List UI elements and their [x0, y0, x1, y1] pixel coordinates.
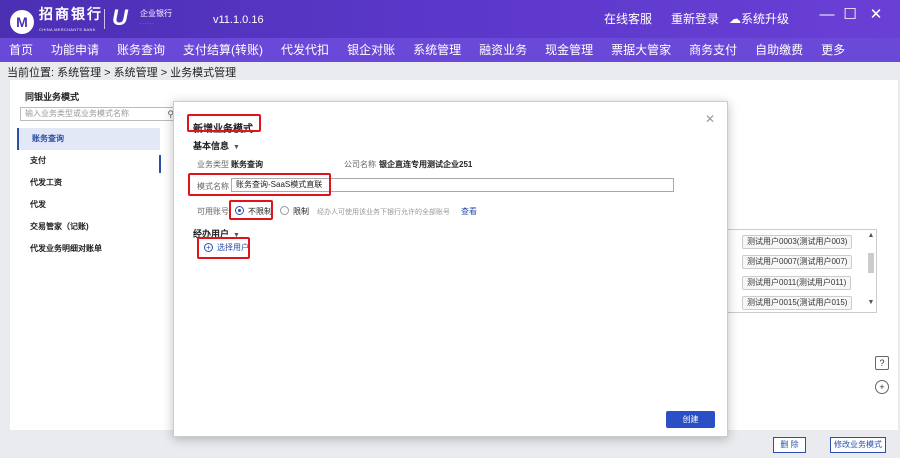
list-item[interactable]: 交易管家（记账): [17, 216, 160, 238]
list-item[interactable]: 代发工资: [17, 172, 160, 194]
version-label: v11.1.0.16: [213, 14, 264, 26]
menu-item-self-payment[interactable]: 自助缴费: [746, 38, 812, 62]
menu-item-function-apply[interactable]: 功能申请: [42, 38, 108, 62]
create-button[interactable]: 创建: [666, 411, 715, 428]
cloud-upload-icon: ☁: [729, 12, 741, 26]
title-highlight-box: [187, 114, 261, 132]
list-item[interactable]: 支付: [17, 150, 160, 172]
menu-item-home[interactable]: 首页: [0, 38, 42, 62]
user-list-scrollbar[interactable]: ▲ ▼: [867, 231, 875, 311]
unlimited-highlight-box: [229, 200, 273, 220]
limited-radio[interactable]: [280, 206, 289, 215]
menu-item-account-query[interactable]: 账务查询: [108, 38, 174, 62]
delete-button[interactable]: 删 除: [773, 437, 806, 453]
company-label: 公司名称: [344, 160, 376, 169]
upgrade-link[interactable]: ☁系统升级: [729, 10, 789, 27]
scroll-up-icon[interactable]: ▲: [867, 232, 875, 239]
basic-info-section[interactable]: 基本信息 ▼: [193, 139, 240, 152]
enterprise-logo-text: 企业银行: [140, 9, 172, 18]
scroll-thumb[interactable]: [868, 253, 874, 273]
chevron-down-icon: ▼: [233, 144, 240, 151]
account-hint: 经办人可使用该业务下银行允许的全部账号: [317, 209, 450, 216]
cmb-logo-text: 招商银行 CHINA MERCHANTS BANK: [39, 6, 103, 32]
close-icon[interactable]: ✕: [866, 5, 886, 25]
menu-item-system-management[interactable]: 系统管理: [404, 38, 470, 62]
breadcrumb: 当前位置: 系统管理 > 系统管理 > 业务模式管理: [7, 67, 237, 79]
user-tag[interactable]: 测试用户0011(测试用户011): [742, 276, 852, 290]
scroll-down-icon[interactable]: ▼: [867, 299, 875, 306]
menu-item-financing[interactable]: 融资业务: [470, 38, 536, 62]
minimize-icon[interactable]: —: [817, 5, 837, 25]
mode-search-input[interactable]: 输入业务类型或业务模式名称 ⚲: [20, 107, 178, 121]
left-panel-title: 同银业务模式: [25, 92, 80, 102]
close-icon[interactable]: ✕: [705, 112, 715, 126]
mode-name-highlight-box: [188, 173, 331, 196]
user-tag[interactable]: 测试用户0015(测试用户015): [742, 296, 853, 310]
user-list-panel: 测试用户0003(测试用户003) 测试用户0007(测试用户007) 测试用户…: [727, 229, 877, 313]
title-bar: M 招商银行 CHINA MERCHANTS BANK U 企业银行 · · · …: [0, 0, 900, 38]
business-type-label: 业务类型: [197, 160, 229, 169]
menu-item-payment[interactable]: 支付结算(转账): [174, 38, 272, 62]
business-type-list: 账务查询 支付 代发工资 代发 交易管家（记账) 代发业务明细对账单: [17, 128, 160, 260]
modify-mode-button[interactable]: 修改业务模式: [830, 437, 886, 453]
limited-option-label[interactable]: 限制: [293, 206, 309, 217]
logo-divider: [104, 9, 105, 29]
menu-item-cash-management[interactable]: 现金管理: [536, 38, 602, 62]
enterprise-logo-icon: U: [112, 5, 128, 30]
available-account-label: 可用账号: [197, 207, 229, 216]
company-value: 银企直连专用测试企业251: [379, 160, 473, 169]
new-business-mode-dialog: ✕ 新增业务模式 基本信息 ▼ 业务类型 账务查询 公司名称 银企直连专用测试企业…: [173, 101, 728, 437]
relogin-link[interactable]: 重新登录: [671, 10, 719, 27]
menu-item-more[interactable]: 更多: [812, 38, 854, 62]
feedback-icon[interactable]: ?: [875, 356, 889, 370]
maximize-icon[interactable]: ☐: [840, 5, 860, 25]
cmb-logo: M 招商银行 CHINA MERCHANTS BANK: [10, 7, 103, 37]
main-menu: 首页 功能申请 账务查询 支付结算(转账) 代发代扣 银企对账 系统管理 融资业…: [0, 38, 900, 62]
business-type-value: 账务查询: [231, 160, 263, 169]
view-accounts-link[interactable]: 查看: [461, 206, 477, 217]
menu-item-payroll[interactable]: 代发代扣: [272, 38, 338, 62]
cmb-logo-icon: M: [10, 10, 34, 34]
zoom-icon[interactable]: +: [875, 380, 889, 394]
menu-item-business-payment[interactable]: 商务支付: [680, 38, 746, 62]
user-tag[interactable]: 测试用户0007(测试用户007): [742, 255, 853, 269]
enterprise-bank-logo: U 企业银行 · · · · · ·: [112, 5, 172, 30]
list-item[interactable]: 账务查询: [17, 128, 160, 150]
list-item[interactable]: 代发业务明细对账单: [17, 238, 160, 260]
user-tag[interactable]: 测试用户0003(测试用户003): [742, 235, 853, 249]
menu-item-reconciliation[interactable]: 银企对账: [338, 38, 404, 62]
online-service-link[interactable]: 在线客服: [604, 10, 652, 27]
list-item[interactable]: 代发: [17, 194, 160, 216]
selection-indicator: [159, 155, 161, 173]
select-user-highlight-box: [197, 237, 250, 259]
menu-item-bills[interactable]: 票据大管家: [602, 38, 680, 62]
